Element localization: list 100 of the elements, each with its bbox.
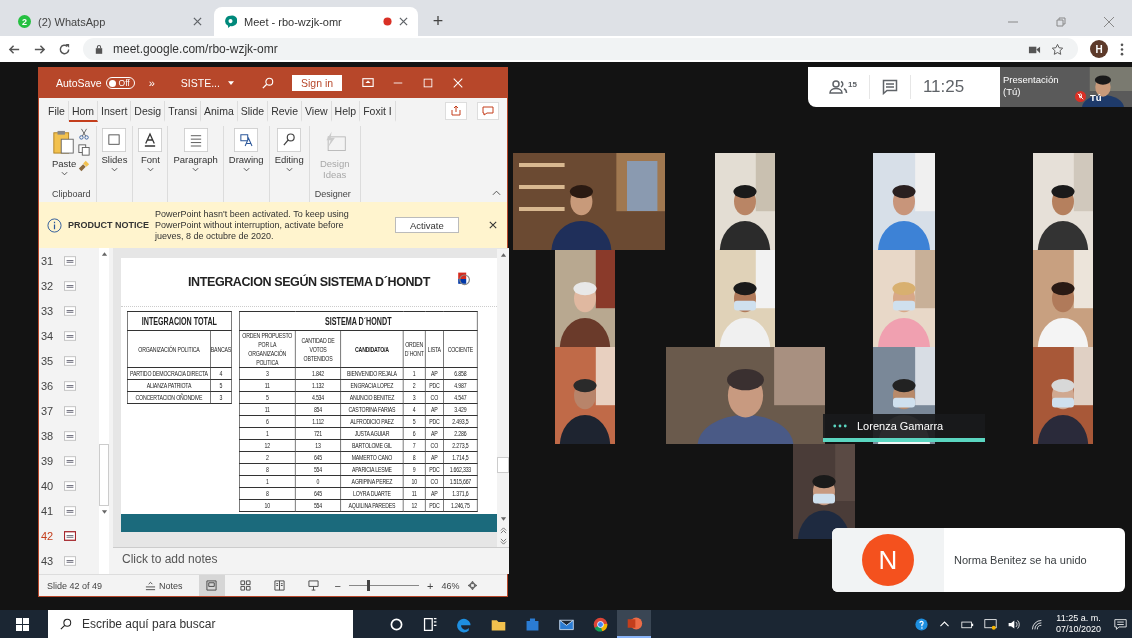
address-bar[interactable]: meet.google.com/rbo-wzjk-omr	[83, 38, 1078, 60]
ribbon-button[interactable]: Editing	[274, 126, 304, 172]
meeting-time: 11:25	[922, 77, 965, 97]
ribbon-tab[interactable]: Anima	[201, 100, 238, 122]
paste-button[interactable]: Paste	[52, 126, 77, 176]
autosave-label: AutoSave	[56, 77, 102, 89]
help-icon[interactable]	[914, 617, 928, 631]
caret-icon	[146, 167, 154, 172]
presentation-icon[interactable]	[362, 77, 375, 89]
slide-thumbnail[interactable]: 40	[41, 473, 99, 498]
copy-icon[interactable]	[78, 144, 91, 156]
group-label: Clipboard	[52, 189, 91, 201]
ribbon-tab[interactable]: Revie	[268, 100, 302, 122]
participant-name-label: Lorenza Gamarra	[823, 414, 985, 442]
caret-icon	[110, 167, 118, 172]
slide-thumbnail[interactable]: 37	[41, 398, 99, 423]
chat-bubble-icon	[224, 15, 237, 28]
scroll-down-icon[interactable]	[100, 509, 108, 515]
next-slide-icon[interactable]	[499, 538, 507, 545]
notes-button[interactable]: Notes	[145, 580, 183, 591]
ribbon-tab[interactable]: Hom	[68, 100, 99, 122]
scrollbar[interactable]	[497, 249, 509, 547]
volume-icon[interactable]	[1006, 617, 1020, 631]
ribbon-tab[interactable]: Insert	[98, 100, 132, 122]
people-button[interactable]: 15	[828, 80, 857, 94]
ribbon-tab[interactable]: View	[302, 100, 332, 122]
grid-icon	[240, 580, 251, 591]
slide-thumbnail[interactable]: 35	[41, 348, 99, 373]
previous-slide-icon[interactable]	[499, 527, 507, 534]
notes-field[interactable]: Click to add notes	[113, 547, 509, 574]
ribbon-icon	[234, 128, 259, 152]
slide-thumbnail[interactable]: 42	[41, 523, 99, 548]
zoom-level: 46%	[441, 580, 460, 591]
ribbon-button[interactable]: Slides	[101, 126, 128, 172]
brush-icon[interactable]	[78, 160, 91, 172]
ribbon-button[interactable]: Drawing	[228, 126, 264, 172]
browser-tab[interactable]: Meet - rbo-wzjk-omr	[214, 7, 418, 36]
ribbon-tab[interactable]: Slide	[237, 100, 269, 122]
slide-thumbnail[interactable]: 38	[41, 423, 99, 448]
browser-tab[interactable]: 2 (2) WhatsApp	[8, 7, 212, 36]
slide-preview-icon	[64, 280, 76, 291]
zoom-in-button[interactable]: +	[426, 579, 434, 592]
menu-icon[interactable]	[1120, 42, 1124, 56]
slide-thumbnail[interactable]: 43	[41, 548, 99, 573]
chat-icon[interactable]	[881, 79, 898, 95]
table-cell: CONCERTACION OÑONDIVE	[127, 391, 211, 404]
scrollbar[interactable]	[99, 248, 109, 574]
ribbon-tab[interactable]: Foxit I	[360, 100, 396, 122]
slide-thumbnail[interactable]: 39	[41, 448, 99, 473]
slide-thumbnail[interactable]: 33	[41, 298, 99, 323]
notification-badge: 2	[18, 15, 31, 28]
ribbon-tab[interactable]: Help	[331, 100, 361, 122]
slide-preview-icon	[64, 555, 76, 566]
search-field[interactable]: Escribe aquí para buscar	[48, 610, 353, 638]
slide-thumbnail[interactable]: 36	[41, 373, 99, 398]
ribbon-icon	[102, 128, 127, 152]
activate-button[interactable]: Activate	[395, 217, 459, 233]
zoom-out-button[interactable]: −	[334, 579, 341, 592]
ribbon-button[interactable]: Font	[138, 126, 163, 172]
close-icon[interactable]	[193, 17, 202, 26]
overflow-button[interactable]: »	[148, 77, 155, 89]
slide-thumbnail[interactable]: 34	[41, 323, 99, 348]
participant-avatar: N	[862, 534, 914, 586]
slide-preview-icon	[64, 455, 76, 466]
view-button[interactable]	[198, 575, 225, 596]
profile-avatar[interactable]: H	[1090, 40, 1108, 58]
display-icon[interactable]	[983, 617, 997, 631]
wifi-icon[interactable]	[1029, 617, 1043, 631]
slide-thumbnail[interactable]: 41	[41, 498, 99, 523]
maximize-icon[interactable]	[422, 77, 435, 89]
close-icon[interactable]	[488, 221, 497, 229]
new-tab-button[interactable]: +	[426, 11, 450, 32]
scroll-up-icon[interactable]	[100, 251, 108, 257]
ribbon-button[interactable]: Paragraph	[173, 126, 218, 172]
close-icon[interactable]	[399, 17, 408, 26]
ribbon-tab[interactable]: File	[45, 100, 69, 122]
fit-to-window-icon[interactable]	[467, 580, 479, 591]
star-icon[interactable]	[1051, 42, 1064, 56]
scrollbar-thumb[interactable]	[99, 444, 109, 506]
sign-in-button[interactable]: Sign in	[291, 75, 343, 91]
scrollbar-thumb[interactable]	[497, 457, 509, 473]
search-icon[interactable]	[261, 77, 274, 89]
caret-icon	[192, 167, 200, 172]
ribbon-tab[interactable]: Desig	[131, 100, 166, 122]
table-title: INTEGRACION TOTAL	[127, 311, 232, 331]
caret-icon	[60, 171, 68, 176]
notifications-icon[interactable]	[1114, 617, 1127, 631]
scroll-down-icon[interactable]	[499, 516, 507, 522]
reload-icon[interactable]	[58, 42, 71, 56]
slide-thumbnail[interactable]: 31	[41, 248, 99, 273]
scissors-icon[interactable]	[78, 128, 91, 140]
file-name-button[interactable]: SISTE...	[180, 77, 234, 89]
search-icon	[60, 618, 72, 630]
ribbon-tab[interactable]: Transi	[165, 100, 201, 122]
windows-icon[interactable]	[16, 617, 29, 631]
ribbon-icon	[138, 128, 163, 152]
close-icon[interactable]	[452, 77, 465, 89]
slide-thumbnail[interactable]: 32	[41, 273, 99, 298]
collapse-icon[interactable]	[492, 190, 501, 196]
scroll-up-icon[interactable]	[499, 252, 507, 258]
